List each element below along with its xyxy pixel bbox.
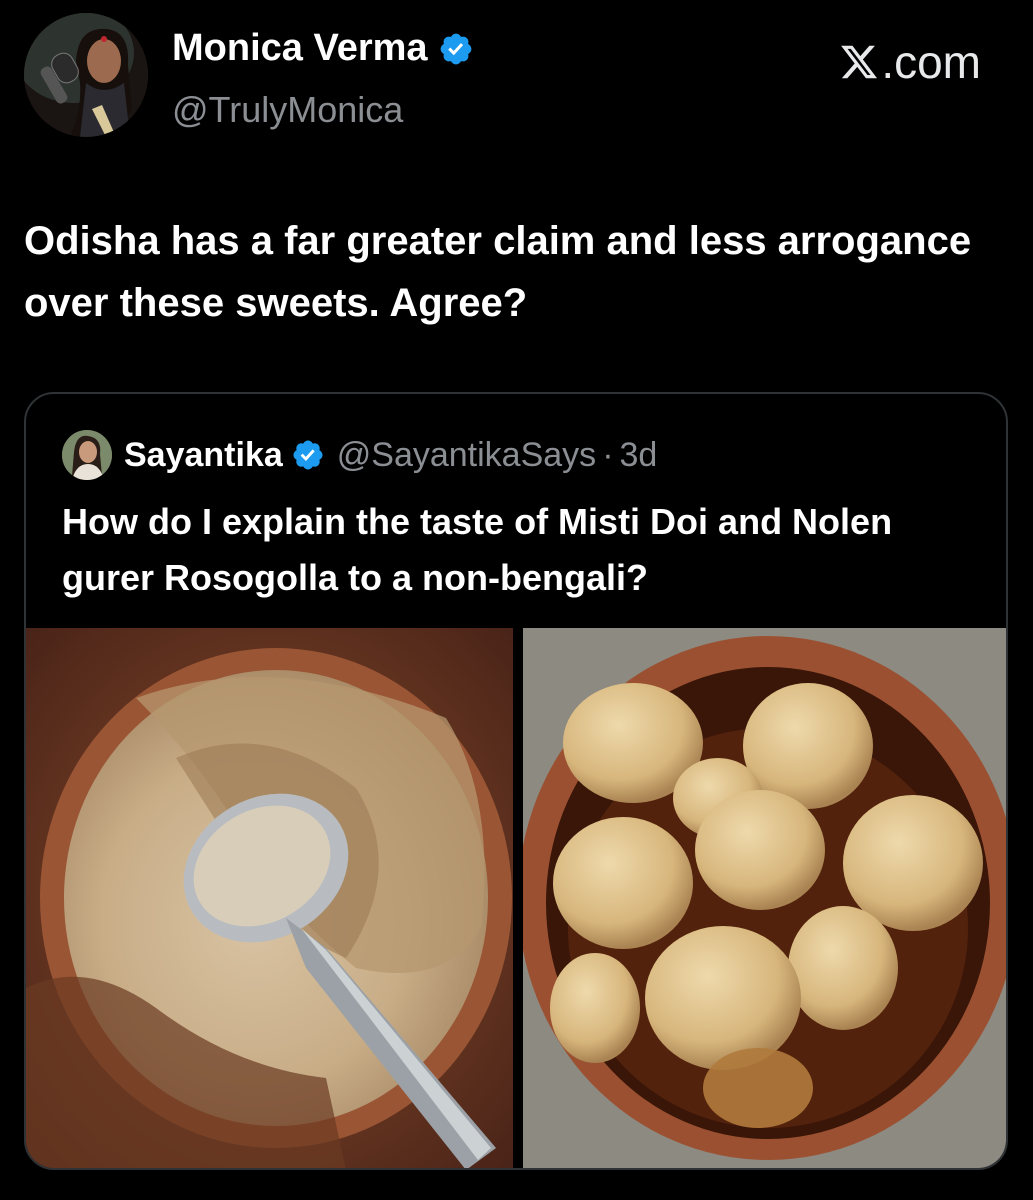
misti-doi-photo-icon bbox=[26, 628, 513, 1168]
post-header: Monica Verma @TrulyMonica .com bbox=[24, 13, 1009, 137]
quoted-post-text: How do I explain the taste of Misti Doi … bbox=[62, 501, 893, 598]
source-label: .com bbox=[839, 35, 981, 89]
meta-separator: · bbox=[602, 435, 614, 474]
author-handle[interactable]: @TrulyMonica bbox=[172, 89, 403, 131]
profile-photo-icon bbox=[24, 13, 148, 137]
author-avatar[interactable] bbox=[24, 13, 148, 137]
quoted-post-timestamp[interactable]: 3d bbox=[620, 436, 658, 475]
quoted-post-media bbox=[26, 628, 1006, 1168]
profile-photo-icon bbox=[62, 430, 112, 480]
source-domain: .com bbox=[881, 36, 981, 88]
author-name-row: Monica Verma bbox=[172, 27, 474, 70]
quoted-post-card[interactable]: Sayantika @SayantikaSays · 3d How do I e… bbox=[24, 392, 1008, 1170]
media-image-2[interactable] bbox=[523, 628, 1006, 1168]
media-image-1[interactable] bbox=[26, 628, 513, 1168]
x-logo-icon bbox=[839, 39, 879, 79]
quoted-author-handle[interactable]: @SayantikaSays bbox=[337, 436, 596, 475]
post-view: Monica Verma @TrulyMonica .com Odisha ha… bbox=[0, 0, 1033, 1200]
rosogolla-photo-icon bbox=[523, 628, 1006, 1168]
quoted-author-name[interactable]: Sayantika bbox=[124, 436, 283, 475]
quoted-post-header: Sayantika @SayantikaSays · 3d bbox=[62, 430, 657, 480]
verified-badge-icon bbox=[291, 438, 325, 472]
author-name[interactable]: Monica Verma bbox=[172, 27, 428, 70]
quoted-author-avatar[interactable] bbox=[62, 430, 112, 480]
post-text: Odisha has a far greater claim and less … bbox=[24, 219, 972, 325]
verified-badge-icon bbox=[438, 31, 474, 67]
